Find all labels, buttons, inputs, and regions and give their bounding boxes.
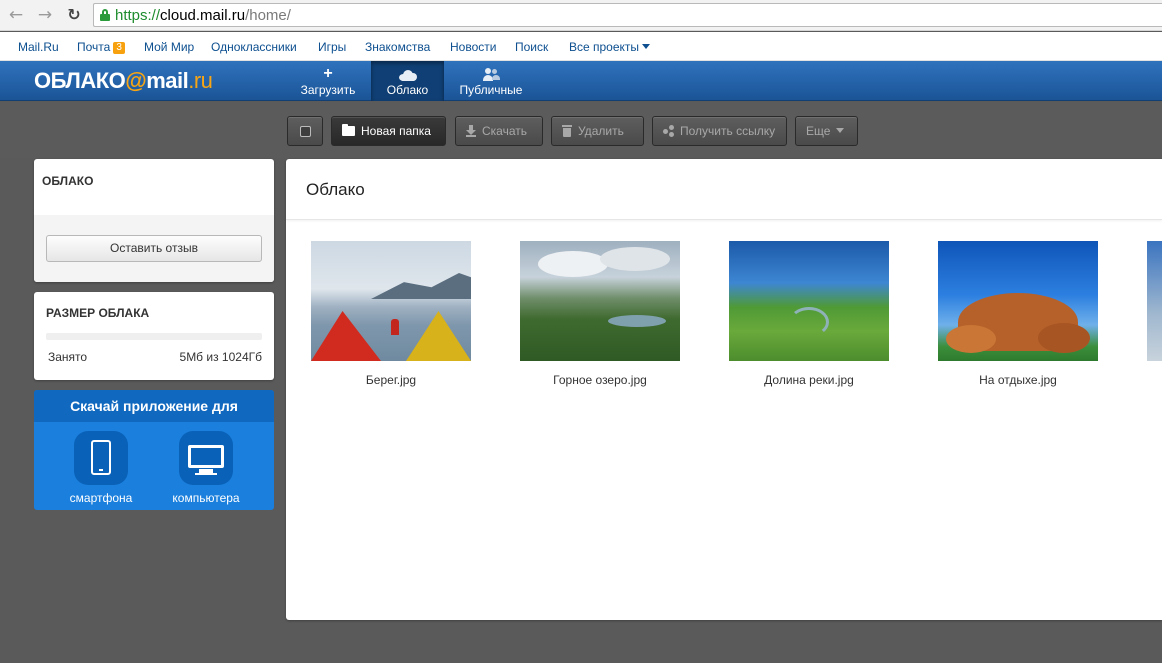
new-folder-button[interactable]: Новая папка bbox=[331, 116, 446, 146]
file-name: На отдыхе.jpg bbox=[979, 373, 1057, 387]
url-host: cloud.mail.ru bbox=[160, 7, 246, 24]
tab-upload[interactable]: + Загрузить bbox=[294, 61, 362, 101]
storage-used-value: 5Мб из 1024Гб bbox=[179, 350, 262, 364]
portal-link-mail[interactable]: Почта 3 bbox=[77, 40, 125, 54]
delete-label: Удалить bbox=[578, 124, 624, 138]
feedback-button[interactable]: Оставить отзыв bbox=[46, 235, 262, 262]
file-thumbnail bbox=[938, 241, 1098, 361]
portal-link-games[interactable]: Игры bbox=[318, 40, 346, 54]
url-text[interactable]: https://cloud.mail.ru/home/ bbox=[115, 7, 291, 24]
file-name: Горное озеро.jpg bbox=[553, 373, 647, 387]
file-item-partial[interactable] bbox=[1147, 241, 1162, 361]
plus-icon: + bbox=[323, 65, 333, 82]
portal-link-my-world[interactable]: Мой Мир bbox=[144, 40, 194, 54]
chevron-down-icon bbox=[836, 128, 845, 133]
file-thumbnail bbox=[729, 241, 889, 361]
delete-button[interactable]: Удалить bbox=[551, 116, 644, 146]
cloud-size-title: РАЗМЕР ОБЛАКА bbox=[46, 306, 150, 320]
portal-link-mailru[interactable]: Mail.Ru bbox=[18, 40, 59, 54]
file-item[interactable]: Берег.jpg bbox=[311, 241, 471, 387]
file-browser-header: Облако bbox=[286, 159, 1162, 220]
portal-link-odnoklassniki[interactable]: Одноклассники bbox=[211, 40, 297, 54]
file-thumbnail bbox=[1147, 241, 1162, 361]
forward-arrow-icon[interactable]: → bbox=[35, 5, 55, 25]
smartphone-icon bbox=[74, 431, 128, 485]
download-button[interactable]: Скачать bbox=[455, 116, 543, 146]
app-download-title: Скачай приложение для bbox=[34, 390, 274, 422]
app-header: ОБЛАКО@mail.ru + Загрузить Облако Публич… bbox=[0, 61, 1162, 101]
feedback-area: Оставить отзыв bbox=[34, 215, 274, 282]
portal-link-mail-label: Почта bbox=[77, 40, 111, 54]
back-arrow-icon[interactable]: ← bbox=[6, 5, 26, 25]
new-folder-label: Новая папка bbox=[361, 124, 431, 138]
file-thumbnail bbox=[311, 241, 471, 361]
unread-count-badge: 3 bbox=[113, 42, 125, 54]
users-icon bbox=[452, 64, 530, 84]
tab-public-label: Публичные bbox=[459, 83, 523, 97]
select-all-checkbox[interactable] bbox=[287, 116, 323, 146]
tab-cloud-label: Облако bbox=[386, 83, 429, 97]
download-icon bbox=[466, 124, 476, 137]
file-name: Берег.jpg bbox=[365, 373, 417, 387]
storage-usage-bar bbox=[46, 333, 262, 340]
file-item[interactable]: На отдыхе.jpg bbox=[938, 241, 1098, 387]
logo[interactable]: ОБЛАКО@mail.ru bbox=[34, 68, 213, 94]
reload-icon[interactable]: ↻ bbox=[64, 5, 84, 25]
more-label: Еще bbox=[806, 124, 831, 138]
portal-link-dating[interactable]: Знакомства bbox=[365, 40, 430, 54]
cloud-icon bbox=[371, 64, 444, 84]
portal-link-all-projects[interactable]: Все проекты bbox=[569, 40, 651, 54]
file-item[interactable]: Долина реки.jpg bbox=[729, 241, 889, 387]
address-bar[interactable]: https://cloud.mail.ru/home/ bbox=[93, 3, 1162, 27]
file-browser: Облако Берег.jpg Горное озеро.jpg Долина… bbox=[286, 159, 1162, 620]
storage-used-label: Занято bbox=[48, 350, 88, 364]
share-icon bbox=[663, 124, 674, 137]
chevron-down-icon bbox=[642, 44, 651, 49]
file-name: Долина реки.jpg bbox=[764, 373, 854, 387]
portal-link-search[interactable]: Поиск bbox=[515, 40, 548, 54]
portal-nav: Mail.Ru Почта 3 Мой Мир Одноклассники Игр… bbox=[0, 32, 1162, 61]
monitor-icon bbox=[179, 431, 233, 485]
app-desktop-link[interactable]: компьютера bbox=[161, 431, 251, 505]
logo-text-mail: mail bbox=[146, 68, 189, 93]
tab-public[interactable]: Публичные bbox=[452, 61, 530, 101]
more-button[interactable]: Еще bbox=[795, 116, 858, 146]
trash-icon bbox=[562, 124, 572, 137]
file-toolbar: Новая папка Скачать Удалить Получить ссы… bbox=[0, 102, 1162, 158]
all-projects-label: Все проекты bbox=[569, 40, 640, 54]
page-title: Облако bbox=[306, 180, 365, 199]
folder-icon bbox=[342, 123, 355, 136]
file-thumbnail bbox=[520, 241, 680, 361]
portal-link-news[interactable]: Новости bbox=[450, 40, 496, 54]
url-scheme: https:// bbox=[115, 7, 161, 24]
logo-at: @ bbox=[125, 68, 147, 93]
get-link-button[interactable]: Получить ссылку bbox=[652, 116, 787, 146]
download-label: Скачать bbox=[482, 124, 527, 138]
tab-cloud[interactable]: Облако bbox=[371, 61, 444, 101]
cloud-panel-title: ОБЛАКО bbox=[42, 174, 94, 188]
lock-icon bbox=[100, 9, 110, 21]
file-item[interactable]: Горное озеро.jpg bbox=[520, 241, 680, 387]
url-path: /home/ bbox=[245, 7, 291, 24]
app-smartphone-link[interactable]: смартфона bbox=[56, 431, 146, 505]
tab-upload-label: Загрузить bbox=[300, 83, 356, 97]
logo-text-oblako: ОБЛАКО bbox=[34, 68, 126, 93]
get-link-label: Получить ссылку bbox=[680, 124, 776, 138]
browser-toolbar: ← → ↻ https://cloud.mail.ru/home/ bbox=[0, 0, 1162, 31]
cloud-size-panel: РАЗМЕР ОБЛАКА Занято 5Мб из 1024Гб bbox=[34, 292, 274, 380]
cloud-panel: ОБЛАКО Оставить отзыв bbox=[34, 159, 274, 282]
app-smartphone-label: смартфона bbox=[69, 491, 133, 505]
logo-text-ru: .ru bbox=[188, 68, 213, 93]
app-desktop-label: компьютера bbox=[172, 491, 240, 505]
app-download-panel: Скачай приложение для смартфона компьюте… bbox=[34, 390, 274, 510]
